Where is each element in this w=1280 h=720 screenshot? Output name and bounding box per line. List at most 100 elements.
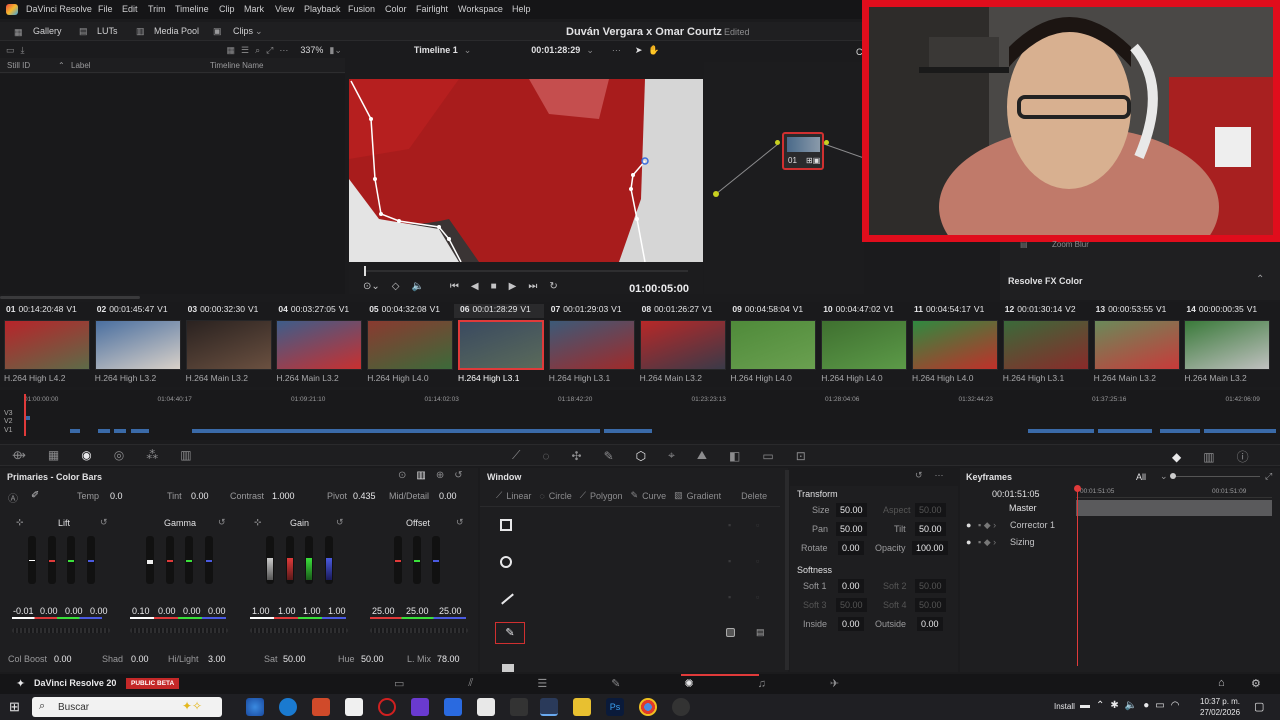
- gamma-blue-slider[interactable]: [205, 536, 213, 584]
- keyframe-playhead[interactable]: [1077, 486, 1078, 666]
- scopes-icon[interactable]: ▥: [1203, 450, 1214, 464]
- hdr-icon[interactable]: ◎: [114, 448, 124, 462]
- menu-playback[interactable]: Playback: [304, 4, 341, 14]
- clip-thumbnail[interactable]: 01 00:14:20:48 V1 H.264 High L4.2: [0, 302, 90, 387]
- gain-green-slider[interactable]: [305, 536, 313, 584]
- clip-image[interactable]: [912, 320, 998, 370]
- gradient-window-icon[interactable]: [502, 664, 514, 672]
- clips-button[interactable]: Clips: [233, 26, 253, 36]
- lift-red-slider[interactable]: [48, 536, 56, 584]
- media-pool-button[interactable]: Media Pool: [154, 26, 199, 36]
- info-icon[interactable]: ⓘ: [1237, 448, 1249, 465]
- fx-section-title[interactable]: Resolve FX Color: [1008, 276, 1083, 286]
- invert-toggle[interactable]: [726, 628, 735, 637]
- lock-icon[interactable]: ▪ ◆ ›: [978, 537, 996, 548]
- clip-image[interactable]: [367, 320, 454, 370]
- viewer-mode-icon[interactable]: ▮⌄: [329, 45, 342, 56]
- timeline-clip[interactable]: [98, 429, 110, 433]
- mini-timeline[interactable]: 01:00:00:00 01:04:40:17 01:09:21:10 01:14:0…: [0, 390, 1280, 440]
- menu-file[interactable]: File: [98, 4, 113, 14]
- deliver-page-icon[interactable]: ✈: [830, 677, 839, 690]
- sort-icon[interactable]: ⌃: [58, 61, 65, 70]
- grid-view-icon[interactable]: ▦: [227, 45, 236, 56]
- menu-edit[interactable]: Edit: [122, 4, 138, 14]
- reset-icon[interactable]: ↺: [915, 470, 923, 484]
- gamma-g-value[interactable]: 0.00: [183, 606, 201, 616]
- square-window-icon[interactable]: [500, 519, 512, 531]
- node-input-dot[interactable]: [775, 140, 780, 145]
- contrast-value[interactable]: 1.000: [272, 491, 295, 501]
- keyframe-zoom-slider[interactable]: [1174, 476, 1260, 477]
- loop-tool-icon[interactable]: ⊙⌄: [363, 281, 380, 292]
- window-delete-button[interactable]: Delete: [741, 491, 767, 501]
- lock-icon[interactable]: ▪ ◆ ›: [978, 520, 996, 531]
- picker-icon[interactable]: ✐: [31, 490, 39, 501]
- col-still-id[interactable]: Still ID: [7, 61, 30, 70]
- fx-item-zoom-blur[interactable]: Zoom Blur: [1052, 240, 1089, 249]
- motion-effects-icon[interactable]: ▥: [180, 448, 191, 462]
- game-icon[interactable]: [510, 698, 528, 716]
- gamma-master-slider[interactable]: [146, 536, 154, 584]
- node-output-dot[interactable]: [824, 140, 829, 145]
- clip-thumbnail[interactable]: 10 00:04:47:02 V1 H.264 High L4.0: [817, 302, 908, 387]
- timeline-clip[interactable]: [131, 429, 149, 433]
- pan-field[interactable]: 50.00: [836, 522, 867, 536]
- menu-mark[interactable]: Mark: [244, 4, 264, 14]
- luts-button[interactable]: LUTs: [97, 26, 118, 36]
- sizing-icon[interactable]: ⊡: [796, 449, 806, 463]
- color-page-icon[interactable]: ✺: [684, 677, 693, 690]
- notifications-icon[interactable]: ▢: [1254, 700, 1264, 713]
- eyedropper-icon[interactable]: ✎: [604, 449, 614, 463]
- offset-r-value[interactable]: 25.00: [372, 606, 395, 616]
- hilight-value[interactable]: 3.00: [208, 654, 226, 664]
- color-warper-icon[interactable]: ◌: [542, 449, 549, 463]
- download-icon[interactable]: ⤓: [21, 45, 25, 56]
- gain-g-value[interactable]: 1.00: [303, 606, 321, 616]
- circle-window-icon[interactable]: [500, 556, 512, 568]
- volume-icon[interactable]: 🔈: [411, 281, 423, 292]
- more-icon[interactable]: ⋯: [612, 45, 621, 56]
- timeline-clip[interactable]: [192, 429, 600, 433]
- timeline-clip[interactable]: [1028, 429, 1094, 433]
- hand-icon[interactable]: ✋: [648, 45, 659, 56]
- battery-icon[interactable]: ▭: [1155, 700, 1164, 711]
- clip-thumbnail[interactable]: 09 00:04:58:04 V1 H.264 High L4.0: [726, 302, 817, 387]
- lift-b-value[interactable]: 0.00: [90, 606, 108, 616]
- offset-red-slider[interactable]: [394, 536, 402, 584]
- gamma-r-value[interactable]: 0.00: [158, 606, 176, 616]
- copilot-icon[interactable]: [246, 698, 264, 716]
- master-track[interactable]: [1076, 500, 1272, 516]
- shad-value[interactable]: 0.00: [131, 654, 149, 664]
- curves-icon[interactable]: ⟋: [512, 448, 520, 463]
- gain-r-value[interactable]: 1.00: [278, 606, 296, 616]
- play-icon[interactable]: ▶: [509, 281, 517, 292]
- gamma-wheel[interactable]: Gamma ↺ 0.10 0.00 0.00 0.00: [126, 512, 236, 652]
- expand-icon[interactable]: ⤢: [266, 45, 273, 56]
- color-node[interactable]: 01 ⊞▣: [782, 132, 824, 170]
- cut-page-icon[interactable]: ⫽: [468, 677, 473, 690]
- more-icon[interactable]: ⋯: [935, 470, 944, 484]
- chrome-icon[interactable]: [639, 698, 657, 716]
- clip-thumbnail[interactable]: 14 00:00:00:35 V1 H.264 Main L3.2: [1180, 302, 1271, 387]
- soft1-field[interactable]: 0.00: [838, 579, 864, 593]
- camera-raw-icon[interactable]: ⟴: [12, 448, 26, 462]
- scrub-bar[interactable]: [364, 270, 688, 272]
- install-label[interactable]: Install: [1054, 702, 1075, 711]
- gallery-scrollbar[interactable]: [0, 296, 140, 299]
- gain-b-value[interactable]: 1.00: [328, 606, 346, 616]
- expand-icon[interactable]: ⤢: [1265, 471, 1272, 482]
- colboost-value[interactable]: 0.00: [54, 654, 72, 664]
- lift-wheel[interactable]: ⊹ Lift ↺ -0.01 0.00 0.00 0.00: [6, 512, 116, 652]
- search-icon[interactable]: ⌕: [255, 45, 260, 56]
- keyframe-item-sizing[interactable]: Sizing: [1010, 537, 1035, 547]
- gamma-y-value[interactable]: 0.10: [132, 606, 150, 616]
- window-tool-icon[interactable]: ⬡: [636, 449, 646, 463]
- taskbar-search[interactable]: ⌕ Buscar ✦✧: [32, 697, 222, 717]
- clip-image[interactable]: [94, 320, 181, 370]
- timeline-clip[interactable]: [604, 429, 652, 433]
- clip-image[interactable]: [1184, 320, 1271, 370]
- gain-blue-slider[interactable]: [325, 536, 333, 584]
- curve-window-icon[interactable]: ✎: [495, 622, 525, 644]
- fusion-page-icon[interactable]: ✎: [611, 677, 620, 690]
- window-scrollbar[interactable]: [785, 470, 789, 670]
